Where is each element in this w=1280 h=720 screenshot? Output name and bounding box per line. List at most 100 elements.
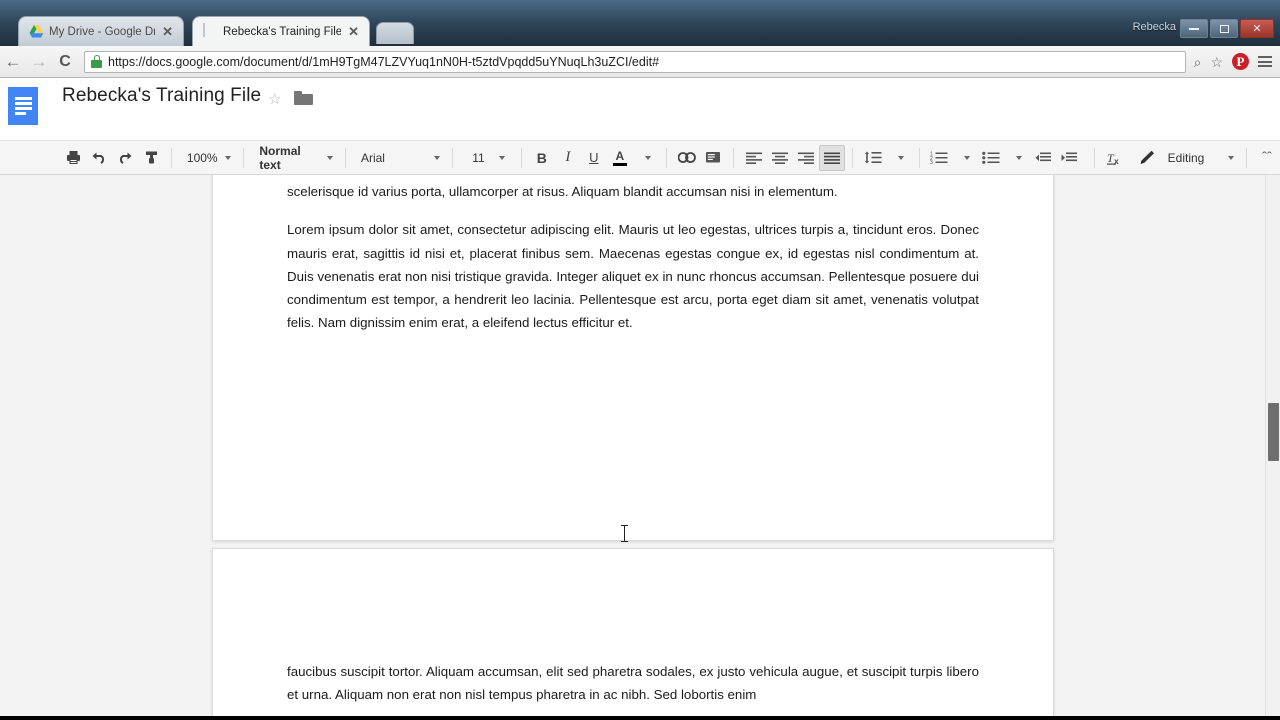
window-bottom-edge bbox=[0, 716, 1280, 720]
text-color-swatch bbox=[612, 162, 627, 166]
docs-toolbar: 100% Normal text Arial 11 B I U A 1 2 3 … bbox=[0, 140, 1280, 175]
numbered-list-dropdown[interactable] bbox=[952, 145, 978, 171]
vertical-scrollbar[interactable] bbox=[1265, 175, 1280, 720]
browser-tab-docs[interactable]: Rebecka's Training File - G ✕ bbox=[192, 16, 370, 46]
underline-button[interactable]: U bbox=[581, 145, 607, 171]
paint-format-icon[interactable] bbox=[138, 145, 164, 171]
undo-icon[interactable] bbox=[86, 145, 112, 171]
paragraph-style-selector[interactable]: Normal text bbox=[251, 143, 338, 172]
toolbar-divider bbox=[851, 147, 853, 168]
text-color-button[interactable]: A bbox=[607, 145, 633, 171]
collapse-toolbar-icon[interactable]: ˆˆ bbox=[1254, 145, 1280, 171]
font-value: Arial bbox=[360, 150, 385, 165]
reload-icon[interactable]: C bbox=[52, 49, 78, 75]
italic-button[interactable]: I bbox=[555, 145, 581, 171]
url-text: https://docs.google.com/document/d/1mH9T… bbox=[108, 54, 660, 69]
zoom-selector[interactable]: 100% bbox=[179, 146, 237, 170]
bookmark-star-icon[interactable]: ☆ bbox=[1210, 55, 1223, 69]
svg-text:3: 3 bbox=[930, 160, 933, 164]
increase-indent-icon[interactable] bbox=[1056, 145, 1082, 171]
redo-icon[interactable] bbox=[112, 145, 138, 171]
font-selector[interactable]: Arial bbox=[353, 146, 445, 170]
text-color-letter: A bbox=[615, 148, 625, 163]
tab-title: Rebecka's Training File - G bbox=[223, 25, 342, 38]
comment-icon[interactable] bbox=[700, 145, 726, 171]
editing-mode-selector[interactable]: Editing bbox=[1160, 146, 1239, 170]
page-title[interactable]: Rebecka's Training File bbox=[62, 85, 261, 107]
clear-formatting-icon[interactable]: Tx bbox=[1102, 145, 1129, 171]
align-center-icon[interactable] bbox=[767, 145, 793, 171]
close-window-button[interactable]: ✕ bbox=[1240, 19, 1274, 38]
back-icon[interactable]: ← bbox=[0, 49, 26, 75]
browser-window: My Drive - Google Drive ✕ Rebecka's Trai… bbox=[0, 0, 1280, 720]
pencil-icon[interactable] bbox=[1134, 145, 1160, 171]
close-icon[interactable]: ✕ bbox=[160, 25, 175, 38]
bold-button[interactable]: B bbox=[529, 145, 555, 171]
bulleted-list-icon[interactable] bbox=[978, 145, 1004, 171]
chevron-down-icon bbox=[327, 155, 334, 160]
toolbar-divider bbox=[171, 147, 172, 168]
toolbar-divider bbox=[732, 147, 734, 168]
chevron-down-icon bbox=[1228, 155, 1235, 160]
decrease-indent-icon[interactable] bbox=[1030, 145, 1056, 171]
google-drive-icon bbox=[29, 24, 44, 39]
omnibox-icons: ⌕ ☆ P bbox=[1194, 53, 1280, 70]
minimize-button[interactable] bbox=[1180, 19, 1208, 38]
page-1-body: scelerisque id varius porta, ullamcorper… bbox=[287, 180, 979, 347]
align-left-icon[interactable] bbox=[741, 145, 767, 171]
font-size-selector[interactable]: 11 bbox=[460, 146, 514, 170]
paragraph[interactable]: scelerisque id varius porta, ullamcorper… bbox=[287, 180, 979, 203]
browser-tab-drive[interactable]: My Drive - Google Drive ✕ bbox=[18, 16, 184, 46]
close-icon[interactable]: ✕ bbox=[346, 25, 361, 38]
document-page-1[interactable]: scelerisque id varius porta, ullamcorper… bbox=[212, 175, 1054, 608]
editing-mode-label: Editing bbox=[1167, 150, 1205, 165]
line-spacing-icon[interactable] bbox=[860, 145, 886, 171]
forward-icon[interactable]: → bbox=[26, 49, 52, 75]
tab-strip: My Drive - Google Drive ✕ Rebecka's Trai… bbox=[0, 0, 1280, 46]
chevron-down-icon bbox=[225, 155, 232, 160]
toolbar-divider bbox=[918, 147, 920, 168]
numbered-list-icon[interactable]: 123 bbox=[926, 145, 952, 171]
address-bar[interactable]: https://docs.google.com/document/d/1mH9T… bbox=[84, 50, 1186, 73]
google-docs-icon bbox=[203, 23, 218, 39]
bulleted-list-dropdown[interactable] bbox=[1004, 145, 1030, 171]
browser-toolbar: ← → C https://docs.google.com/document/d… bbox=[0, 46, 1280, 78]
window-controls: ✕ bbox=[1180, 19, 1274, 38]
toolbar-divider bbox=[345, 147, 346, 168]
toolbar-divider bbox=[520, 147, 522, 168]
paragraph-style-value: Normal text bbox=[259, 143, 301, 172]
toolbar-divider bbox=[1246, 147, 1247, 168]
docs-header: Rebecka's Training File ☆ File Edit View… bbox=[0, 79, 1280, 214]
chevron-down-icon bbox=[498, 155, 505, 160]
pinterest-icon[interactable]: P bbox=[1232, 53, 1249, 70]
chevron-down-icon bbox=[434, 155, 441, 160]
chrome-menu-icon[interactable] bbox=[1258, 56, 1272, 67]
google-docs-logo[interactable] bbox=[8, 87, 38, 125]
print-icon[interactable] bbox=[60, 145, 86, 171]
document-page-2[interactable]: faucibus suscipit tortor. Aliquam accums… bbox=[212, 548, 1054, 720]
lock-icon bbox=[91, 55, 102, 68]
tab-title: My Drive - Google Drive bbox=[49, 25, 155, 38]
toolbar-divider bbox=[452, 147, 453, 168]
new-tab-button[interactable] bbox=[376, 22, 414, 44]
zoom-icon[interactable]: ⌕ bbox=[1194, 55, 1202, 69]
document-canvas[interactable]: scelerisque id varius porta, ullamcorper… bbox=[0, 175, 1280, 720]
font-size-value: 11 bbox=[472, 150, 485, 165]
maximize-button[interactable] bbox=[1210, 19, 1238, 38]
folder-icon[interactable] bbox=[294, 91, 313, 105]
toolbar-divider bbox=[243, 147, 245, 168]
paragraph[interactable]: faucibus suscipit tortor. Aliquam accums… bbox=[287, 660, 979, 707]
paragraph[interactable]: Lorem ipsum dolor sit amet, consectetur … bbox=[287, 218, 979, 334]
window-title-bar: My Drive - Google Drive ✕ Rebecka's Trai… bbox=[0, 0, 1280, 46]
toolbar-divider bbox=[665, 147, 667, 168]
zoom-value: 100% bbox=[186, 150, 218, 165]
star-icon[interactable]: ☆ bbox=[268, 90, 281, 108]
align-justify-icon[interactable] bbox=[818, 144, 845, 171]
text-cursor bbox=[621, 525, 628, 542]
align-right-icon[interactable] bbox=[793, 145, 819, 171]
windows-user-label: Rebecka bbox=[1132, 21, 1176, 33]
line-spacing-dropdown[interactable] bbox=[886, 145, 912, 171]
scrollbar-thumb[interactable] bbox=[1268, 403, 1279, 461]
text-color-dropdown[interactable] bbox=[633, 145, 659, 171]
link-icon[interactable] bbox=[674, 145, 700, 171]
